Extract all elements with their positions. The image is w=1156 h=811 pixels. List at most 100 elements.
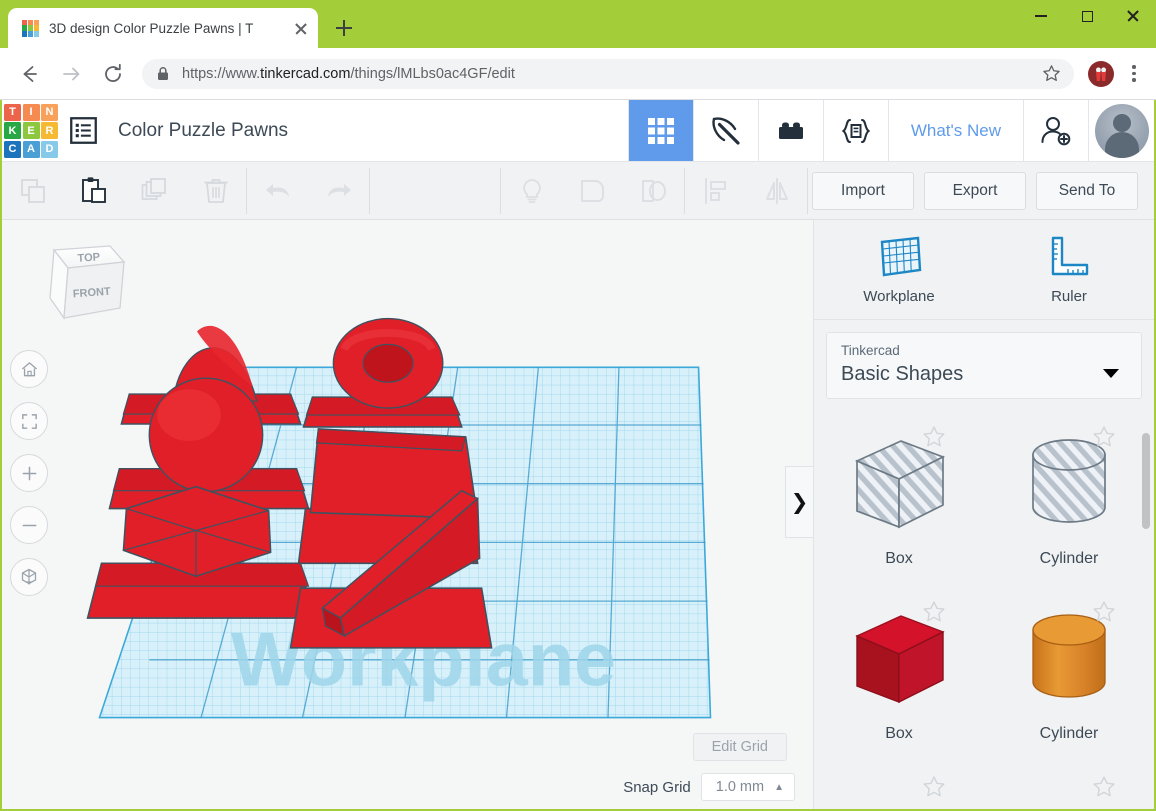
logo-tile-n: N [41, 104, 58, 121]
group-button[interactable] [562, 162, 623, 219]
home-view-button[interactable] [10, 350, 48, 388]
fit-frame-icon [20, 412, 39, 431]
shape-library-selector[interactable]: Tinkercad Basic Shapes [826, 332, 1142, 399]
hdr-tool-minecraft[interactable] [693, 100, 758, 161]
copy-icon [18, 176, 48, 206]
logo-tile-k: K [4, 122, 21, 139]
fit-to-view-button[interactable] [10, 402, 48, 440]
mirror-button[interactable] [746, 162, 807, 219]
toggle-projection-button[interactable] [10, 558, 48, 596]
browser-toolbar: https://www.tinkercad.com/things/lMLbs0a… [0, 48, 1156, 100]
shape-cylinder-hole[interactable]: Cylinder [984, 411, 1154, 586]
bookmark-star-icon[interactable] [1036, 59, 1066, 89]
lightbulb-icon [517, 176, 547, 206]
shape-label: Cylinder [1040, 725, 1099, 743]
browser-profile-avatar[interactable] [1088, 61, 1114, 87]
minimize-button[interactable] [1018, 0, 1064, 32]
ruler-tool-label: Ruler [1051, 288, 1087, 305]
shape-row3-right[interactable] [984, 761, 1154, 809]
redo-button[interactable] [308, 162, 369, 219]
logo-tile-e: E [23, 122, 40, 139]
workplane-tool[interactable]: Workplane [814, 220, 984, 319]
favorite-star-icon[interactable] [922, 600, 946, 624]
align-button[interactable] [685, 162, 746, 219]
shape-label: Cylinder [1040, 550, 1099, 568]
duplicate-icon [140, 176, 170, 206]
whats-new-link[interactable]: What's New [888, 100, 1023, 161]
tinkercad-logo[interactable]: TINKERCAD [2, 100, 60, 161]
hdr-tool-shapes-grid[interactable] [628, 100, 693, 161]
close-tab-icon[interactable] [290, 17, 312, 39]
invite-people-button[interactable] [1023, 100, 1088, 161]
designs-list-icon[interactable] [60, 100, 106, 161]
maximize-button[interactable] [1064, 0, 1110, 32]
home-icon [20, 360, 39, 379]
send-to-button[interactable]: Send To [1036, 172, 1138, 210]
favorite-star-icon[interactable] [1092, 600, 1116, 624]
paste-button[interactable] [63, 162, 124, 219]
favicon-tile-a [28, 31, 33, 36]
paste-icon [79, 176, 109, 206]
mirror-flip-icon [762, 176, 792, 206]
user-avatar-wrap[interactable] [1088, 100, 1154, 161]
logo-tile-i: I [23, 104, 40, 121]
duplicate-button[interactable] [124, 162, 185, 219]
three-dot-menu-icon[interactable] [1120, 60, 1148, 88]
hdr-tool-codeblocks[interactable] [823, 100, 888, 161]
favicon-tile-i [28, 20, 33, 25]
user-avatar[interactable] [1095, 104, 1149, 158]
note-button[interactable] [501, 162, 562, 219]
export-button[interactable]: Export [924, 172, 1026, 210]
page-title[interactable]: Color Puzzle Pawns [106, 100, 628, 161]
shape-box-hole[interactable]: Box [814, 411, 984, 586]
shape-label: Box [885, 725, 913, 743]
favorite-star-icon[interactable] [922, 775, 946, 799]
zoom-out-button[interactable] [10, 506, 48, 544]
url-path: /things/lMLbs0ac4GF/edit [350, 66, 514, 82]
collapse-panel-button[interactable]: ❯ [785, 466, 813, 538]
zoom-in-button[interactable] [10, 454, 48, 492]
favorite-star-icon[interactable] [922, 425, 946, 449]
favicon-tile-t [22, 20, 27, 25]
address-bar[interactable]: https://www.tinkercad.com/things/lMLbs0a… [142, 59, 1074, 89]
hdr-tool-blocks[interactable] [758, 100, 823, 161]
favorite-star-icon[interactable] [1092, 425, 1116, 449]
library-owner: Tinkercad [841, 343, 1127, 358]
browser-tab[interactable]: 3D design Color Puzzle Pawns | T [8, 8, 318, 48]
shape-box-solid[interactable]: Box [814, 586, 984, 761]
favorite-star-icon[interactable] [1092, 775, 1116, 799]
chevron-down-icon[interactable] [1103, 369, 1119, 378]
copy-button[interactable] [2, 162, 63, 219]
shape-grid-wrap[interactable]: Box [814, 411, 1154, 809]
shape-cylinder-solid[interactable]: Cylinder [984, 586, 1154, 761]
snap-grid-select[interactable]: 1.0 mm ▲ [701, 773, 795, 801]
reload-icon[interactable] [95, 56, 131, 92]
ruler-tool[interactable]: Ruler [984, 220, 1154, 319]
panel-scrollbar-thumb[interactable] [1142, 433, 1150, 529]
new-tab-button[interactable] [330, 14, 358, 42]
shapes-panel: Workplane Ruler Tin [813, 220, 1154, 809]
browser-titlebar: 3D design Color Puzzle Pawns | T [0, 0, 1156, 48]
close-window-button[interactable] [1110, 0, 1156, 32]
undo-button[interactable] [247, 162, 308, 219]
tinkercad-favicon [22, 20, 39, 37]
back-arrow-icon[interactable] [11, 56, 47, 92]
edit-grid-button[interactable]: Edit Grid [693, 733, 787, 761]
3d-viewport[interactable]: Workplane [2, 220, 813, 809]
import-button[interactable]: Import [812, 172, 914, 210]
panel-tools: Workplane Ruler [814, 220, 1154, 320]
shape-grid: Box [814, 411, 1154, 809]
favicon-tile-c [22, 31, 27, 36]
view-cube[interactable]: TOP FRONT [32, 236, 132, 328]
delete-button[interactable] [185, 162, 246, 219]
trash-icon [201, 176, 231, 206]
lock-icon [156, 66, 170, 82]
editor-body: Workplane [2, 220, 1154, 809]
shape-row3-left[interactable] [814, 761, 984, 809]
ungroup-button[interactable] [623, 162, 684, 219]
forward-arrow-icon[interactable] [53, 56, 89, 92]
lego-brick-icon [774, 114, 808, 148]
favicon-tile-d [34, 31, 39, 36]
minus-icon [20, 516, 39, 535]
header-tool-group: What's New [628, 100, 1088, 161]
